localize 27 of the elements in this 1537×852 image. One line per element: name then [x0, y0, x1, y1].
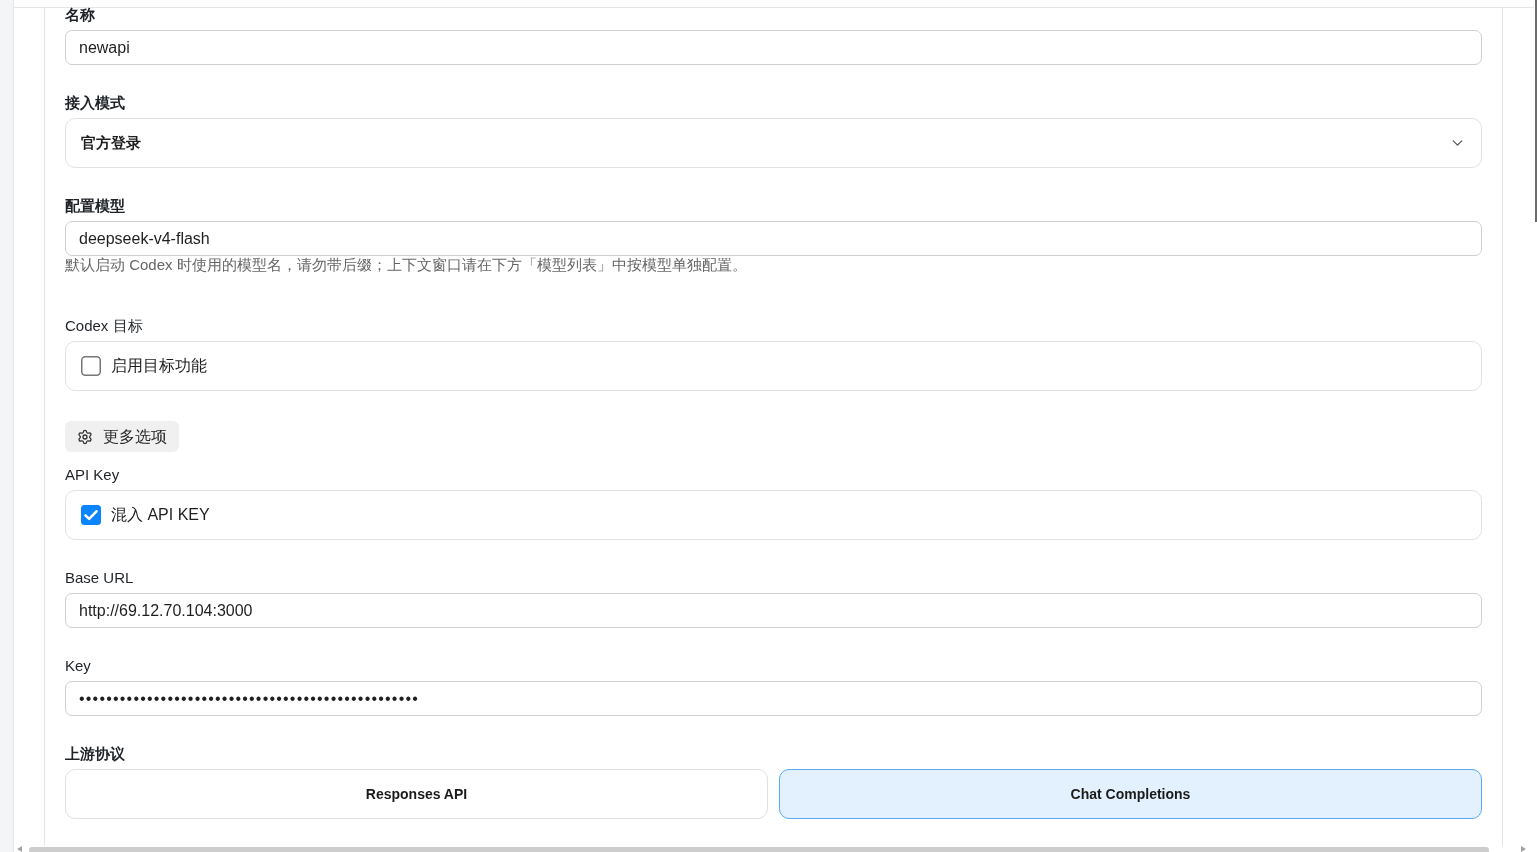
- more-options-button[interactable]: 更多选项: [65, 421, 179, 452]
- scroll-left-icon[interactable]: [17, 846, 22, 852]
- scroll-right-icon[interactable]: [1521, 846, 1526, 852]
- checkbox-label[interactable]: 混入 API KEY: [111, 503, 210, 527]
- protocol-option[interactable]: Responses API: [65, 769, 768, 819]
- text-input[interactable]: newapi: [65, 30, 1482, 65]
- text-input[interactable]: deepseek-v4-flash: [65, 221, 1482, 256]
- field-label: 上游协议: [65, 744, 125, 764]
- password-input[interactable]: ••••••••••••••••••••••••••••••••••••••••••••••••••: [65, 681, 1482, 716]
- field-label: Codex 目标: [65, 316, 143, 336]
- field-label: 名称: [65, 5, 95, 25]
- settings-icon: [77, 428, 93, 445]
- checkbox-label[interactable]: 启用目标功能: [111, 354, 207, 378]
- text-input[interactable]: http://69.12.70.104:3000: [65, 593, 1482, 628]
- checkbox[interactable]: [81, 356, 101, 376]
- field-label: 接入模式: [65, 93, 125, 113]
- chevron-down-icon: [1452, 140, 1463, 146]
- field-label: Key: [65, 656, 91, 676]
- field-label: API Key: [65, 465, 120, 485]
- protocol-option[interactable]: Chat Completions: [779, 769, 1482, 819]
- vertical-scrollbar[interactable]: [1535, 0, 1537, 222]
- field-hint: 默认启动 Codex 时使用的模型名，请勿带后缀；上下文窗口请在下方「模型列表」中按模型单独配置。: [65, 257, 747, 273]
- field-label: Base URL: [65, 568, 134, 588]
- checkbox[interactable]: [81, 505, 101, 525]
- horizontal-scrollbar[interactable]: [29, 847, 1489, 852]
- field-label: 配置模型: [65, 196, 125, 216]
- select-dropdown[interactable]: 官方登录: [65, 118, 1482, 168]
